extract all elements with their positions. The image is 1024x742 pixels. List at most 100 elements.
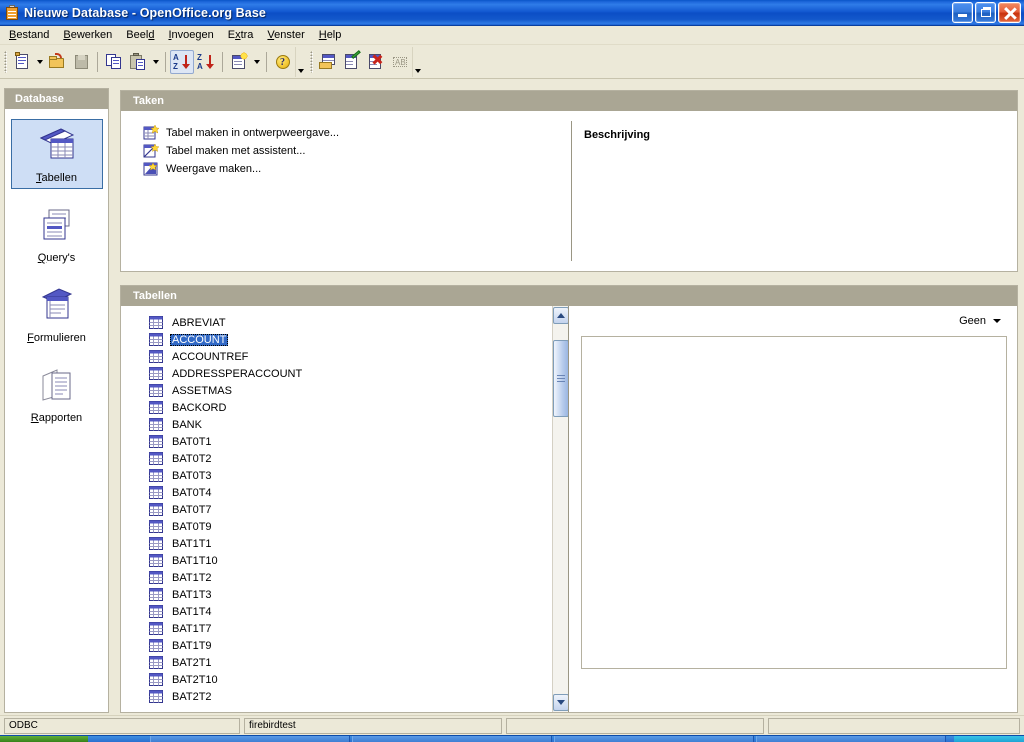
menu-bewerken[interactable]: Bewerken <box>56 27 119 43</box>
task-list: Tabel maken in ontwerpweergave... Tabel … <box>121 111 571 271</box>
table-icon <box>149 469 163 482</box>
sidebar-item-rapporten[interactable]: Rapporten <box>11 359 103 429</box>
edit-table-icon <box>342 49 362 72</box>
table-icon <box>149 605 163 618</box>
sort-za-icon: Z A <box>196 52 216 72</box>
open-document-button[interactable] <box>45 50 69 74</box>
table-list-item[interactable]: BAT0T1 <box>121 433 531 450</box>
menu-extra[interactable]: Extra <box>221 27 261 43</box>
table-list-item[interactable]: BAT0T9 <box>121 518 531 535</box>
taskbar-item-3[interactable] <box>554 736 754 742</box>
table-list-item[interactable]: BAT0T2 <box>121 450 531 467</box>
table-list-item[interactable]: BAT1T1 <box>121 535 531 552</box>
table-list-scrollbar[interactable] <box>552 306 568 712</box>
table-list-item[interactable]: BAT0T3 <box>121 467 531 484</box>
create-view-icon <box>143 161 159 177</box>
table-list-item[interactable]: BAT2T1 <box>121 654 531 671</box>
sidebar-header: Database <box>5 89 108 109</box>
database-sidebar: Database Tabellen Query's Formulieren Ra… <box>4 88 109 713</box>
form-wizard-dropdown-arrow[interactable] <box>251 50 262 74</box>
sidebar-item-formulieren[interactable]: Formulieren <box>11 279 103 349</box>
toolbar-overflow-1[interactable] <box>295 46 306 77</box>
openoffice-base-window: Nieuwe Database - OpenOffice.org Base Be… <box>0 0 1024 742</box>
table-list-item[interactable]: ACCOUNT <box>121 331 531 348</box>
sort-ascending-button[interactable]: A Z <box>170 49 194 74</box>
table-list-item[interactable]: BAT1T4 <box>121 603 531 620</box>
sidebar-item-querys[interactable]: Query's <box>11 199 103 269</box>
table-list-item[interactable]: BAT1T7 <box>121 620 531 637</box>
queries-icon <box>35 206 79 246</box>
chevron-down-icon[interactable] <box>993 319 1001 323</box>
open-database-object-button[interactable] <box>316 50 340 74</box>
table-icon <box>149 367 163 380</box>
task-item-create-view[interactable]: Weergave maken... <box>143 160 571 177</box>
scroll-down-icon[interactable] <box>553 694 568 711</box>
paste-icon <box>128 52 148 72</box>
new-document-button[interactable] <box>10 50 34 74</box>
table-list-item[interactable]: ABREVIAT <box>121 314 531 331</box>
table-icon <box>149 554 163 567</box>
table-name-label: BAT0T2 <box>172 452 212 465</box>
table-list-item[interactable]: BAT2T2 <box>121 688 531 705</box>
table-list-item[interactable]: BACKORD <box>121 399 531 416</box>
table-list-item[interactable]: BANK <box>121 416 531 433</box>
taskbar-item-4[interactable] <box>756 736 946 742</box>
table-list[interactable]: ABREVIAT ACCOUNT ACCOUNTREF ADDRESSPERACCOU… <box>121 306 569 712</box>
table-list-item[interactable]: BAT2T10 <box>121 671 531 688</box>
menu-beeld[interactable]: Beeld <box>119 27 161 43</box>
form-wizard-button[interactable] <box>227 50 251 74</box>
sidebar-item-tabellen[interactable]: Tabellen <box>10 119 103 189</box>
windows-taskbar <box>0 735 1024 742</box>
table-list-item[interactable]: BAT0T7 <box>121 501 531 518</box>
table-list-item[interactable]: BAT1T9 <box>121 637 531 654</box>
table-list-item[interactable]: ACCOUNTREF <box>121 348 531 365</box>
task-label-table-wizard: Tabel maken met assistent... <box>166 144 306 157</box>
minimize-button[interactable] <box>952 2 973 23</box>
new-document-dropdown-arrow[interactable] <box>34 50 45 74</box>
paste-button[interactable] <box>126 50 150 74</box>
description-pane: Beschrijving <box>571 121 1017 261</box>
edit-database-object-button[interactable] <box>340 49 364 74</box>
rename-database-object-button[interactable]: AB <box>388 50 412 74</box>
task-item-table-wizard[interactable]: Tabel maken met assistent... <box>143 142 571 159</box>
close-button[interactable] <box>998 2 1021 23</box>
menu-help[interactable]: Help <box>312 27 349 43</box>
toolbar-grip[interactable] <box>4 50 7 73</box>
delete-database-object-button[interactable] <box>364 50 388 74</box>
table-icon <box>149 690 163 703</box>
taken-panel: Taken Tabel maken in ontwerpweergave... … <box>120 90 1018 272</box>
table-name-label: BAT1T9 <box>172 639 212 652</box>
table-list-item[interactable]: BAT1T10 <box>121 552 531 569</box>
table-list-item[interactable]: ADDRESSPERACCOUNT <box>121 365 531 382</box>
status-bar: ODBC firebirdtest <box>0 715 1024 735</box>
form-new-icon <box>229 51 249 72</box>
table-list-item[interactable]: BAT1T3 <box>121 586 531 603</box>
start-button[interactable] <box>0 736 88 742</box>
preview-mode-selector[interactable]: Geen <box>581 312 1007 330</box>
table-list-item[interactable]: BAT1T2 <box>121 569 531 586</box>
toolbar-grip-2[interactable] <box>310 50 313 73</box>
help-button[interactable]: ? <box>271 50 295 74</box>
taskbar-item-1[interactable] <box>150 736 350 742</box>
table-icon <box>149 418 163 431</box>
sort-descending-button[interactable]: Z A <box>194 50 218 74</box>
copy-button[interactable] <box>102 50 126 74</box>
scrollbar-thumb[interactable] <box>553 339 568 417</box>
scroll-up-icon[interactable] <box>553 307 568 324</box>
table-list-item[interactable]: BAT0T4 <box>121 484 531 501</box>
table-icon <box>149 656 163 669</box>
paste-dropdown-arrow[interactable] <box>150 50 161 74</box>
task-label-create-view: Weergave maken... <box>166 162 262 175</box>
table-list-item[interactable]: ASSETMAS <box>121 382 531 399</box>
toolbar-separator-1 <box>97 51 98 72</box>
menu-bestand[interactable]: Bestand <box>2 27 56 43</box>
toolbar-overflow-2[interactable] <box>412 46 423 77</box>
save-document-button[interactable] <box>69 50 93 74</box>
maximize-button[interactable] <box>975 2 996 23</box>
taskbar-item-2[interactable] <box>352 736 552 742</box>
menu-invoegen[interactable]: Invoegen <box>161 27 220 43</box>
task-item-table-design[interactable]: Tabel maken in ontwerpweergave... <box>143 123 571 141</box>
menu-venster[interactable]: Venster <box>260 27 311 43</box>
preview-mode-label[interactable]: Geen <box>959 315 986 327</box>
table-icon <box>149 639 163 652</box>
